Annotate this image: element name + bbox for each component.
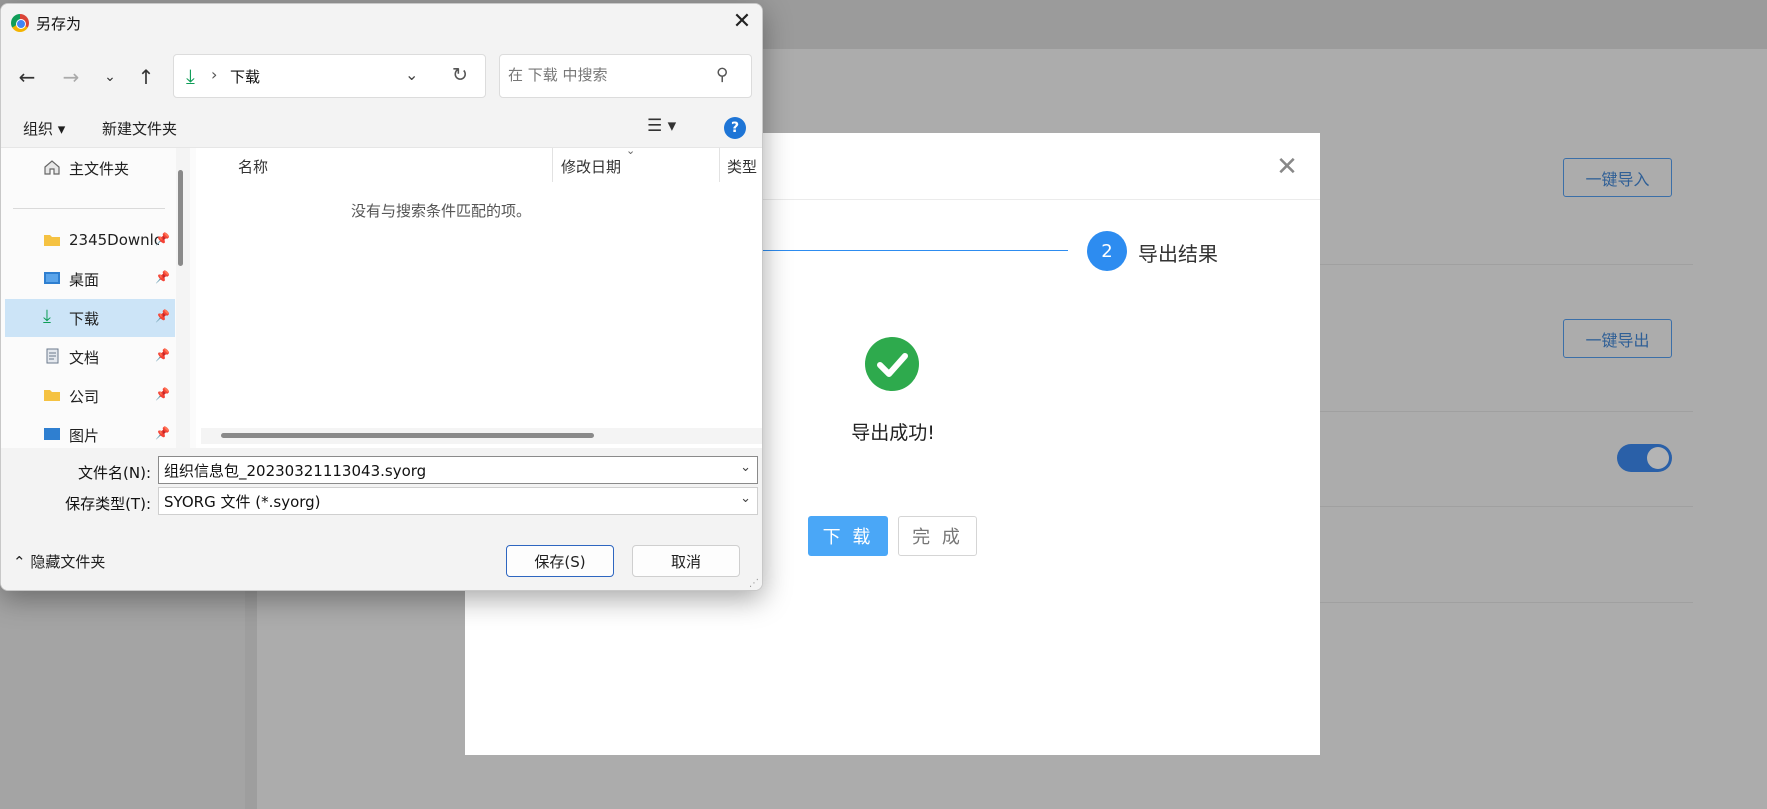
- address-dropdown-icon[interactable]: ⌄: [405, 65, 418, 84]
- search-input[interactable]: [508, 66, 708, 84]
- column-header-type[interactable]: 类型: [727, 156, 757, 177]
- modal-close-icon[interactable]: ✕: [1273, 153, 1301, 181]
- folder-icon: [43, 387, 61, 403]
- hide-folders-toggle[interactable]: ⌃ 隐藏文件夹: [13, 551, 105, 572]
- import-button[interactable]: 一键导入: [1563, 158, 1672, 197]
- recent-chevron-down-icon[interactable]: ⌄: [97, 64, 123, 90]
- sidebar-item-home[interactable]: 主文件夹: [5, 149, 175, 187]
- pin-icon: 📌: [155, 232, 170, 246]
- column-header-name[interactable]: 名称: [238, 156, 268, 177]
- organize-menu[interactable]: 组织 ▾: [23, 118, 65, 139]
- sidebar-separator: [13, 208, 165, 209]
- background-row-divider: [1320, 506, 1693, 507]
- download-button[interactable]: 下 载: [808, 516, 888, 556]
- sort-chevron-icon: ⌄: [626, 144, 636, 157]
- export-button[interactable]: 一键导出: [1563, 319, 1672, 358]
- navigation-pane: 主文件夹 2345Downloads 📌 桌面 📌 ⤓ 下载 📌 文档 📌 公司…: [1, 148, 176, 448]
- sidebar-item-label: 文档: [69, 349, 100, 367]
- help-icon[interactable]: ?: [724, 117, 746, 139]
- horizontal-scrollbar-thumb[interactable]: [221, 433, 594, 438]
- dialog-close-icon[interactable]: ✕: [729, 8, 755, 36]
- search-icon[interactable]: ⚲: [716, 65, 728, 85]
- filetype-value[interactable]: SYORG 文件 (*.syorg): [164, 493, 321, 511]
- navigation-bar: ← → ⌄ ↑ ⤓ › 下载 ⌄ ↻ ⚲: [1, 42, 762, 108]
- up-arrow-icon[interactable]: ↑: [133, 64, 159, 90]
- sidebar-item-2345downloads[interactable]: 2345Downloads 📌: [5, 222, 175, 260]
- background-row-divider: [1320, 264, 1693, 265]
- sidebar-item-pictures[interactable]: 图片 📌: [5, 416, 175, 448]
- pin-icon: 📌: [155, 387, 170, 401]
- step-circle: 2: [1087, 231, 1127, 271]
- dialog-title: 另存为: [36, 15, 82, 33]
- save-as-dialog: 另存为 ✕ ← → ⌄ ↑ ⤓ › 下载 ⌄ ↻ ⚲ 组织 ▾ 新建文件夹 ☰ …: [0, 3, 763, 591]
- desktop-icon: [43, 270, 61, 286]
- background-toggle[interactable]: [1617, 444, 1672, 472]
- toggle-knob: [1647, 447, 1669, 469]
- download-icon: ⤓: [186, 64, 195, 88]
- dialog-titlebar: 另存为 ✕: [1, 4, 762, 42]
- home-icon: [43, 159, 61, 175]
- finish-button[interactable]: 完 成: [898, 516, 977, 556]
- forward-arrow-icon[interactable]: →: [58, 64, 84, 90]
- background-row-divider: [1320, 602, 1693, 603]
- chevron-up-icon: ⌃: [13, 553, 26, 571]
- filetype-select[interactable]: SYORG 文件 (*.syorg) ⌄: [158, 487, 758, 515]
- sidebar-item-documents[interactable]: 文档 📌: [5, 338, 175, 376]
- sidebar-item-desktop[interactable]: 桌面 📌: [5, 260, 175, 298]
- filename-value[interactable]: 组织信息包_20230321113043.syorg: [164, 462, 426, 480]
- view-options-icon[interactable]: ☰ ▾: [647, 116, 676, 136]
- pin-icon: 📌: [155, 348, 170, 362]
- filename-input[interactable]: 组织信息包_20230321113043.syorg ⌄: [158, 456, 758, 484]
- column-header-modified[interactable]: 修改日期: [561, 156, 621, 177]
- resize-grip-icon[interactable]: ⋰: [749, 578, 759, 589]
- cancel-button[interactable]: 取消: [632, 545, 740, 577]
- address-path[interactable]: 下载: [230, 66, 260, 87]
- save-button[interactable]: 保存(S): [506, 545, 614, 577]
- sidebar-scrollbar-thumb[interactable]: [178, 170, 183, 266]
- document-icon: [43, 348, 61, 364]
- background-row-divider: [1320, 411, 1693, 412]
- chevron-down-icon[interactable]: ⌄: [740, 491, 751, 506]
- command-bar: 组织 ▾ 新建文件夹 ☰ ▾ ?: [1, 108, 762, 148]
- pin-icon: 📌: [155, 426, 170, 440]
- hide-folders-label: 隐藏文件夹: [30, 553, 106, 571]
- step-label: 导出结果: [1138, 242, 1218, 266]
- download-icon: ⤓: [43, 306, 51, 327]
- sidebar-item-label: 图片: [69, 427, 100, 445]
- chevron-down-icon[interactable]: ⌄: [740, 460, 751, 475]
- filetype-label: 保存类型(T):: [65, 495, 151, 513]
- chrome-icon: [11, 14, 29, 32]
- pin-icon: 📌: [155, 309, 170, 323]
- sidebar-item-label: 公司: [69, 388, 100, 406]
- picture-icon: [43, 426, 61, 442]
- new-folder-button[interactable]: 新建文件夹: [102, 118, 177, 139]
- sidebar-item-company[interactable]: 公司 📌: [5, 377, 175, 415]
- sidebar-item-label: 主文件夹: [69, 160, 130, 178]
- folder-icon: [43, 232, 61, 248]
- pin-icon: 📌: [155, 270, 170, 284]
- sidebar-item-label: 下载: [69, 310, 100, 328]
- column-divider[interactable]: [552, 148, 553, 182]
- column-divider[interactable]: [719, 148, 720, 182]
- file-list: 名称 ⌄ 修改日期 类型 没有与搜索条件匹配的项。: [196, 144, 762, 448]
- success-message: 导出成功!: [851, 422, 935, 444]
- back-arrow-icon[interactable]: ←: [14, 64, 40, 90]
- save-form: 文件名(N): 组织信息包_20230321113043.syorg ⌄ 保存类…: [1, 448, 762, 530]
- breadcrumb-chevron-icon: ›: [211, 65, 218, 84]
- search-box[interactable]: ⚲: [499, 54, 752, 98]
- empty-message: 没有与搜索条件匹配的项。: [350, 202, 531, 220]
- refresh-icon[interactable]: ↻: [452, 64, 468, 86]
- success-check-icon: [865, 337, 919, 391]
- dialog-footer: ⌃ 隐藏文件夹 保存(S) 取消 ⋰: [1, 530, 762, 590]
- sidebar-item-label: 2345Downloads: [69, 231, 159, 249]
- sidebar-item-downloads[interactable]: ⤓ 下载 📌: [5, 299, 175, 337]
- address-bar[interactable]: ⤓ › 下载 ⌄ ↻: [173, 54, 486, 98]
- sidebar-item-label: 桌面: [69, 271, 100, 289]
- filename-label: 文件名(N):: [78, 464, 151, 482]
